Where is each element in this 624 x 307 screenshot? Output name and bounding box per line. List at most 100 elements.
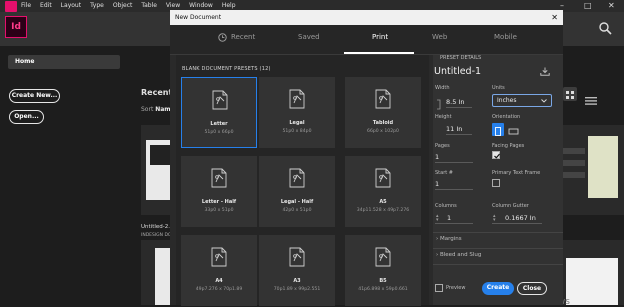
sort-label: Sort (141, 106, 154, 113)
width-label: Width (435, 85, 450, 91)
preset-name: B5 (379, 278, 387, 284)
search-icon[interactable] (598, 21, 612, 35)
document-preset-icon (289, 89, 305, 109)
grid-icon (566, 91, 574, 99)
thumbnail-preview-4 (566, 258, 618, 305)
menu-item-type[interactable]: Type (90, 0, 104, 12)
orientation-label: Orientation (492, 114, 521, 120)
preset-card[interactable]: A3 70p1.89 x 99p2.551 (259, 235, 335, 306)
preset-name: A5 (379, 199, 387, 205)
menu-item-edit[interactable]: Edit (40, 0, 52, 12)
column-gutter-label: Column Gutter (492, 203, 529, 209)
preset-card[interactable]: Legal - Half 42p0 x 51p0 (259, 156, 335, 227)
home-nav-item[interactable]: Home (8, 55, 120, 69)
preset-size: 34p11.528 x 49p7.276 (356, 208, 410, 213)
close-window-button[interactable]: ✕ (608, 0, 615, 12)
preset-name: A4 (215, 278, 223, 284)
start-number-input[interactable]: 1 (435, 178, 473, 190)
tab-print[interactable]: Print (372, 33, 388, 41)
units-label: Units (492, 85, 505, 91)
primary-text-frame-checkbox[interactable] (492, 179, 500, 187)
menu-item-file[interactable]: File (21, 0, 31, 12)
tab-web[interactable]: Web (432, 33, 447, 41)
divider (433, 264, 563, 265)
presets-header: BLANK DOCUMENT PRESETS (12) (182, 66, 271, 72)
height-label: Height (435, 114, 452, 120)
height-input[interactable]: 11 In (446, 123, 472, 135)
start-number-label: Start # (435, 170, 453, 176)
document-preset-icon (375, 247, 391, 267)
landscape-icon (508, 128, 519, 135)
portrait-orientation-button[interactable] (492, 123, 504, 136)
portrait-icon (495, 127, 501, 136)
units-value: Inches (497, 97, 517, 104)
width-input[interactable]: 8.5 In (446, 96, 472, 108)
preset-card[interactable]: Letter 51p0 x 66p0 (181, 77, 257, 148)
menu-item-object[interactable]: Object (113, 0, 133, 12)
document-preset-icon (211, 247, 227, 267)
active-tab-indicator (344, 52, 414, 54)
preset-card[interactable]: A4 49p7.276 x 70p1.89 (181, 235, 257, 306)
preview-label: Preview (446, 285, 466, 291)
preset-card[interactable]: Letter - Half 33p0 x 51p0 (181, 156, 257, 227)
document-preset-icon (375, 168, 391, 188)
document-preset-icon (211, 168, 227, 188)
list-view-icon[interactable] (585, 90, 597, 105)
menu-item-layout[interactable]: Layout (61, 0, 81, 12)
preset-size: 41p6.898 x 59p0.661 (358, 287, 408, 292)
preset-size: 51p0 x 84p0 (282, 129, 312, 134)
tab-recent[interactable]: Recent (231, 33, 255, 41)
dialog-title: New Document (170, 10, 563, 25)
preset-card[interactable]: A5 34p11.528 x 49p7.276 (345, 156, 421, 227)
landscape-orientation-button[interactable] (507, 123, 520, 136)
new-document-dialog: New Document ✕ Recent Saved Print Web Mo… (170, 10, 563, 306)
units-dropdown[interactable]: Inches (492, 94, 552, 107)
preset-card[interactable]: Legal 51p0 x 84p0 (259, 77, 335, 148)
thumbnail-image (150, 145, 171, 165)
columns-label: Columns (435, 203, 457, 209)
columns-stepper[interactable]: ▴ ▾ (436, 214, 439, 223)
preset-card[interactable]: B5 41p6.898 x 59p0.661 (345, 235, 421, 306)
recent-heading: Recent (141, 88, 173, 97)
thumbnail-bars-3 (563, 172, 585, 178)
preset-name: Legal (289, 120, 305, 126)
tab-saved[interactable]: Saved (298, 33, 320, 41)
bleed-slug-label: Bleed and Slug (439, 252, 482, 258)
column-gutter-input[interactable]: 0.1667 In (492, 212, 542, 224)
columns-input[interactable]: 1 (435, 212, 473, 224)
preset-size: 33p0 x 51p0 (204, 208, 234, 213)
preset-size: 49p7.276 x 70p1.89 (195, 287, 243, 292)
tab-mobile[interactable]: Mobile (494, 33, 517, 41)
checkmark-icon (494, 153, 501, 159)
grid-view-button[interactable] (563, 87, 577, 101)
document-preset-icon (375, 89, 391, 109)
preset-size: 70p1.89 x 99p2.551 (273, 287, 321, 292)
preset-card[interactable]: Tabloid 66p0 x 102p0 (345, 77, 421, 148)
preview-checkbox[interactable] (435, 284, 443, 292)
create-button[interactable]: Create (482, 282, 514, 295)
preset-size: 66p0 x 102p0 (367, 129, 399, 134)
create-new-button[interactable]: Create New... (9, 89, 60, 103)
document-name-input[interactable]: Untitled-1 (434, 66, 529, 77)
document-preset-icon (289, 168, 305, 188)
maximize-button[interactable]: □ (584, 0, 592, 12)
thumbnail-bars-2 (563, 160, 585, 166)
facing-pages-checkbox[interactable] (492, 151, 501, 159)
menu-item-table[interactable]: Table (141, 0, 157, 12)
open-button[interactable]: Open... (9, 110, 44, 124)
preset-name: A3 (293, 278, 301, 284)
pages-input[interactable]: 1 (435, 151, 473, 163)
divider (433, 232, 563, 233)
preset-size: 51p0 x 66p0 (204, 130, 234, 135)
close-button[interactable]: Close (517, 282, 547, 295)
save-preset-icon[interactable] (540, 67, 550, 76)
dialog-close-button[interactable]: ✕ (551, 10, 558, 25)
app-icon (5, 1, 17, 12)
link-icon[interactable] (435, 95, 444, 110)
preset-name: Letter - Half (201, 199, 237, 205)
margins-section-toggle[interactable]: › Margins (436, 236, 462, 242)
gutter-stepper[interactable]: ▴ ▾ (493, 214, 496, 223)
pages-label: Pages (435, 143, 450, 149)
bleed-slug-section-toggle[interactable]: › Bleed and Slug (436, 252, 481, 258)
document-preset-icon (289, 247, 305, 267)
